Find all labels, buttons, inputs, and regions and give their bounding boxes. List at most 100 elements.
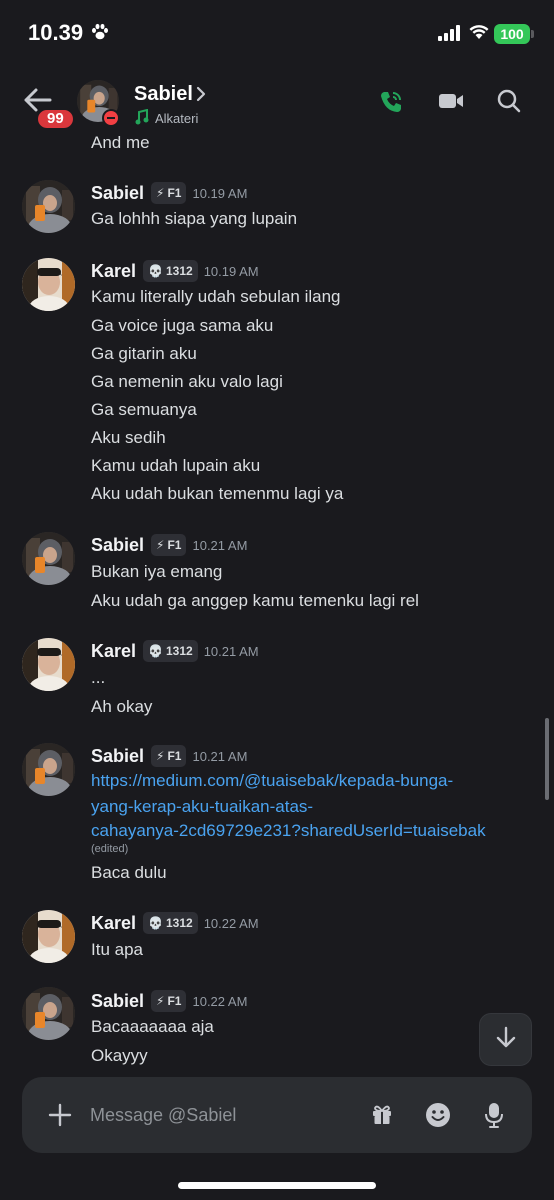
author-name[interactable]: Karel: [91, 641, 136, 662]
message-link[interactable]: https://medium.com/@tuaisebak/kepada-bun…: [91, 771, 453, 791]
plus-icon[interactable]: [48, 1103, 72, 1132]
dnd-status-icon: [102, 109, 120, 127]
battery-level: 100: [494, 24, 530, 44]
message-text: Itu apa: [91, 940, 143, 959]
author-name[interactable]: Karel: [91, 913, 136, 934]
author-name[interactable]: Sabiel: [91, 746, 144, 767]
wifi-icon: [469, 24, 489, 45]
timestamp: 10.21 AM: [192, 537, 248, 553]
avatar[interactable]: [22, 987, 75, 1040]
paw-icon: [91, 23, 109, 46]
tag-label: 1312: [165, 264, 193, 278]
tag-label: F1: [167, 749, 182, 763]
message-composer: [22, 1077, 532, 1153]
avatar[interactable]: [22, 258, 75, 311]
search-icon[interactable]: [497, 89, 521, 118]
avatar[interactable]: [22, 638, 75, 691]
activity-label: Alkateri: [155, 111, 199, 126]
message-text: ...: [91, 668, 106, 687]
dm-header: 99 Sabiel Alkateri: [0, 66, 554, 136]
timestamp: 10.21 AM: [192, 748, 248, 764]
avatar[interactable]: [22, 910, 75, 963]
message-text: Ga gitarin aku: [91, 344, 197, 363]
message-text: And me: [91, 136, 150, 152]
message-header: Sabiel ⚡ F1 10.19 AM: [91, 182, 247, 204]
avatar[interactable]: [22, 180, 75, 233]
message-text: Ga lohhh siapa yang lupain: [91, 209, 298, 228]
scrollbar[interactable]: [545, 718, 549, 800]
emoji-icon[interactable]: [425, 1102, 451, 1133]
author-name[interactable]: Karel: [91, 261, 136, 282]
guild-tag[interactable]: 💀 1312: [143, 912, 198, 934]
message-text: Kamu literally udah sebulan ilang: [91, 287, 341, 306]
edited-label: (edited): [91, 843, 129, 855]
arrow-down-icon: [494, 1025, 518, 1054]
message-link[interactable]: cahayanya-2cd69729e231?sharedUserId=tuai…: [91, 821, 486, 841]
avatar[interactable]: [22, 532, 75, 585]
voice-call-icon[interactable]: [378, 89, 404, 120]
guild-tag[interactable]: 💀 1312: [143, 640, 198, 662]
lightning-icon: ⚡: [156, 994, 165, 1008]
message-text: Aku udah ga anggep kamu temenku lagi rel: [91, 591, 419, 610]
timestamp: 10.22 AM: [192, 993, 248, 1009]
lightning-icon: ⚡: [156, 186, 165, 200]
guild-tag[interactable]: ⚡ F1: [151, 745, 187, 767]
message-text: Ga nemenin aku valo lagi: [91, 372, 283, 391]
timestamp: 10.21 AM: [203, 643, 259, 659]
activity-status: Alkateri: [135, 108, 199, 128]
author-name[interactable]: Sabiel: [91, 535, 144, 556]
message-header: Karel 💀 1312 10.21 AM: [91, 640, 259, 662]
message-text: Kamu udah lupain aku: [91, 456, 261, 475]
tag-label: 1312: [165, 916, 193, 930]
message-header: Sabiel ⚡ F1 10.21 AM: [91, 534, 247, 556]
video-call-icon[interactable]: [438, 89, 464, 118]
avatar[interactable]: [22, 743, 75, 796]
signal-icon: [438, 25, 460, 46]
tag-label: F1: [167, 994, 182, 1008]
microphone-icon[interactable]: [484, 1102, 504, 1133]
header-username[interactable]: Sabiel: [134, 83, 193, 106]
guild-tag[interactable]: 💀 1312: [143, 260, 198, 282]
message-header: Karel 💀 1312 10.22 AM: [91, 912, 259, 934]
skull-icon: 💀: [148, 916, 163, 930]
timestamp: 10.19 AM: [192, 185, 248, 201]
status-time: 10.39: [28, 20, 84, 45]
home-indicator[interactable]: [178, 1182, 376, 1189]
skull-icon: 💀: [148, 264, 163, 278]
tag-label: F1: [167, 186, 182, 200]
author-name[interactable]: Sabiel: [91, 183, 144, 204]
message-header: Sabiel ⚡ F1 10.22 AM: [91, 990, 247, 1012]
chevron-right-icon[interactable]: [196, 86, 206, 107]
message-header: Karel 💀 1312 10.19 AM: [91, 260, 259, 282]
message-text: Ah okay: [91, 697, 153, 716]
tag-label: 1312: [165, 644, 193, 658]
battery-nub: [531, 30, 534, 38]
message-text: Aku sedih: [91, 428, 166, 447]
timestamp: 10.22 AM: [203, 915, 259, 931]
jump-to-present-button[interactable]: [479, 1013, 532, 1066]
message-input[interactable]: [90, 1099, 350, 1131]
message-text: Ga semuanya: [91, 400, 197, 419]
gift-icon[interactable]: [370, 1102, 394, 1131]
message-text: Baca dulu: [91, 863, 167, 882]
message-text: Bukan iya emang: [91, 562, 223, 581]
guild-tag[interactable]: ⚡ F1: [151, 534, 187, 556]
status-bar: 10.39 100: [0, 0, 554, 66]
music-note-icon: [135, 108, 149, 128]
lightning-icon: ⚡: [156, 749, 165, 763]
message-header: Sabiel ⚡ F1 10.21 AM: [91, 745, 247, 767]
message-link[interactable]: yang-kerap-aku-tuaikan-atas-: [91, 797, 313, 817]
guild-tag[interactable]: ⚡ F1: [151, 990, 187, 1012]
message-text: Aku udah bukan temenmu lagi ya: [91, 484, 344, 503]
guild-tag[interactable]: ⚡ F1: [151, 182, 187, 204]
message-text: Ga voice juga sama aku: [91, 316, 274, 335]
message-text: Bacaaaaaaa aja: [91, 1017, 214, 1036]
lightning-icon: ⚡: [156, 538, 165, 552]
message-list[interactable]: And me Sabiel ⚡ F1 10.19 AM Ga lohhh siap…: [0, 136, 554, 1072]
message-text: Okayyy: [91, 1046, 148, 1065]
timestamp: 10.19 AM: [203, 263, 259, 279]
unread-count-badge[interactable]: 99: [35, 107, 76, 131]
skull-icon: 💀: [148, 644, 163, 658]
author-name[interactable]: Sabiel: [91, 991, 144, 1012]
tag-label: F1: [167, 538, 182, 552]
